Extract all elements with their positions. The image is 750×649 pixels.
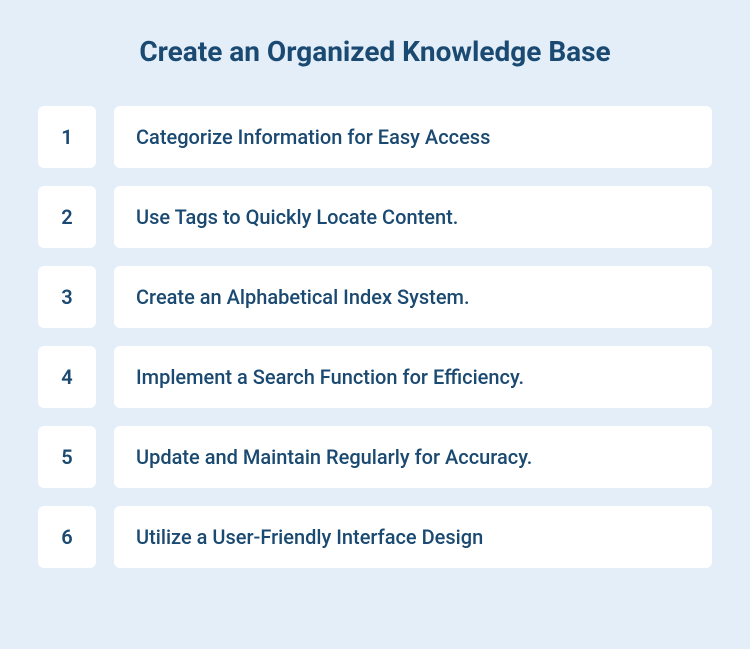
- item-text: Create an Alphabetical Index System.: [114, 266, 712, 328]
- item-text: Implement a Search Function for Efficien…: [114, 346, 712, 408]
- list-item: 3 Create an Alphabetical Index System.: [38, 266, 712, 328]
- item-text: Use Tags to Quickly Locate Content.: [114, 186, 712, 248]
- item-number: 1: [38, 106, 96, 168]
- list-item: 2 Use Tags to Quickly Locate Content.: [38, 186, 712, 248]
- item-number: 5: [38, 426, 96, 488]
- item-number: 6: [38, 506, 96, 568]
- item-text: Update and Maintain Regularly for Accura…: [114, 426, 712, 488]
- item-text: Categorize Information for Easy Access: [114, 106, 712, 168]
- item-number: 4: [38, 346, 96, 408]
- list-item: 1 Categorize Information for Easy Access: [38, 106, 712, 168]
- item-number: 3: [38, 266, 96, 328]
- page-title: Create an Organized Knowledge Base: [38, 35, 712, 68]
- item-number: 2: [38, 186, 96, 248]
- list-item: 5 Update and Maintain Regularly for Accu…: [38, 426, 712, 488]
- list-item: 4 Implement a Search Function for Effici…: [38, 346, 712, 408]
- list-item: 6 Utilize a User-Friendly Interface Desi…: [38, 506, 712, 568]
- items-list: 1 Categorize Information for Easy Access…: [38, 106, 712, 568]
- item-text: Utilize a User-Friendly Interface Design: [114, 506, 712, 568]
